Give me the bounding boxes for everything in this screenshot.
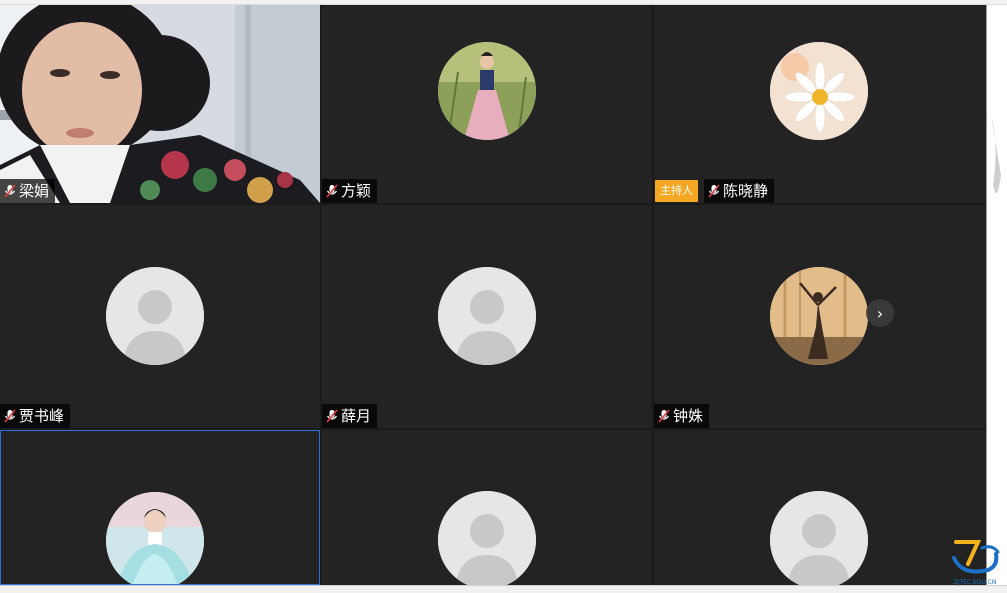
video-grid: 梁娟 方颖 主持人 陈晓静 贾书峰 薛月 › 钟姝 [0,5,986,585]
participant-tile[interactable]: 梁娟 [0,5,320,203]
participant-name: 薛月 [341,407,372,425]
watermark-text: ZJTEC.EDU.CN [953,579,997,586]
name-tag: 贾书峰 [0,404,71,428]
next-page-button[interactable]: › [866,299,894,327]
participant-name: 梁娟 [19,182,50,200]
default-avatar-icon [438,491,536,585]
name-tag: 陈晓静 [704,179,775,203]
muted-icon [4,409,16,423]
participant-name: 陈晓静 [723,182,769,200]
participant-tile[interactable]: 薛月 [322,205,652,428]
muted-icon [4,184,16,198]
name-tag: 梁娟 [0,179,56,203]
avatar [438,42,536,140]
participant-name: 贾书峰 [19,407,65,425]
muted-icon [708,184,720,198]
muted-icon [326,184,338,198]
participant-name: 方颖 [341,182,372,200]
participant-tile[interactable] [654,430,986,585]
video-feed [0,5,320,203]
default-avatar-icon [770,491,868,585]
participant-tile-selected[interactable] [0,430,320,585]
participant-tile[interactable]: 方颖 [322,5,652,203]
window-right-edge [986,5,1007,585]
chevron-right-icon: › [876,303,884,323]
site-watermark-logo: ZJTEC.EDU.CN [948,534,1002,586]
participant-tile[interactable]: › 钟姝 [654,205,986,428]
avatar [106,492,204,584]
name-tag: 薛月 [322,404,378,428]
avatar [770,42,868,140]
host-badge: 主持人 [655,180,698,202]
participant-name: 钟姝 [673,407,704,425]
muted-icon [326,409,338,423]
name-tag: 钟姝 [654,404,710,428]
name-tag: 方颖 [322,179,378,203]
muted-icon [658,409,670,423]
default-avatar-icon [438,267,536,365]
default-avatar-icon [106,267,204,365]
participant-tile[interactable] [322,430,652,585]
participant-tile[interactable]: 贾书峰 [0,205,320,428]
window-bottom-strip [0,585,1007,593]
participant-tile[interactable]: 主持人 陈晓静 [654,5,986,203]
avatar [770,267,868,365]
